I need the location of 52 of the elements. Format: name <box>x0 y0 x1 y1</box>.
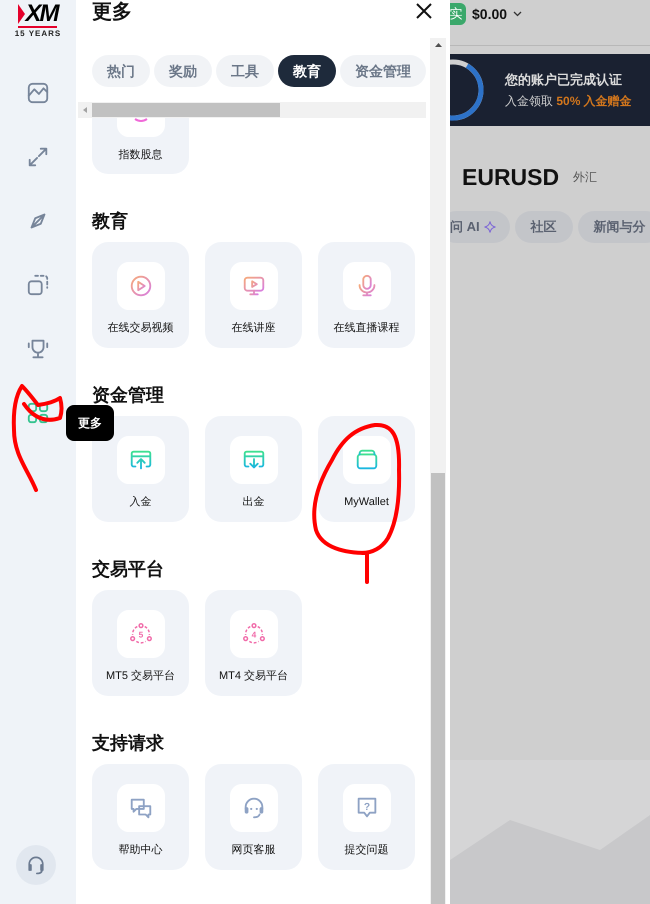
logo-subtitle: 15 YEARS <box>14 28 62 40</box>
sidebar-item[interactable] <box>25 80 51 106</box>
trophy-icon <box>26 337 50 361</box>
menu-item-card[interactable]: 网页客服 <box>205 764 302 870</box>
menu-item-card[interactable]: 帮助中心 <box>92 764 189 870</box>
menu-item-card[interactable]: ? 提交问题 <box>318 764 415 870</box>
tab-pill[interactable]: 新闻与分 <box>578 210 650 242</box>
sidebar-item[interactable] <box>25 400 51 426</box>
arrows-icon <box>26 145 50 169</box>
menu-item-card[interactable]: 在线交易视频 <box>92 242 189 348</box>
menu-item-card[interactable]: 5 MT5 交易平台 <box>92 590 189 696</box>
section-title: 交易平台 <box>92 558 165 580</box>
menu-item-card[interactable]: 出金 <box>205 416 302 522</box>
grid-icon <box>26 401 50 425</box>
category-tab[interactable]: 工具 <box>216 55 274 87</box>
section-title: 资金管理 <box>92 384 165 406</box>
sidebar-item[interactable] <box>25 272 51 298</box>
ask-ai-button[interactable]: 问 AI <box>450 210 510 242</box>
verification-banner[interactable]: 您的账户已完成认证 入金领取 50% 入金赠金 <box>450 54 650 126</box>
horizontal-scrollbar[interactable] <box>78 102 426 118</box>
category-tab[interactable]: 奖励 <box>154 55 212 87</box>
menu-item-card[interactable]: 在线讲座 <box>205 242 302 348</box>
support-button[interactable] <box>16 845 56 885</box>
menu-item-label[interactable]: 指数股息 <box>118 147 162 163</box>
account-badge: 实 <box>450 3 466 25</box>
scroll-up-arrow-icon <box>434 43 442 47</box>
section-title: 支持请求 <box>92 732 165 754</box>
menu-item-card[interactable]: MyWallet <box>318 416 415 522</box>
banner-subtitle: 入金领取 50% 入金赠金 <box>505 93 632 110</box>
balance[interactable]: $0.00 <box>472 3 508 25</box>
category-tab[interactable]: 热门 <box>92 55 150 87</box>
symbol-name: EURUSD <box>462 163 560 192</box>
tab-pill[interactable]: 社区 <box>514 210 573 242</box>
banner-title: 您的账户已完成认证 <box>505 70 623 89</box>
panel-title: 更多 <box>92 0 132 24</box>
copy-icon <box>26 273 50 297</box>
scroll-left-arrow-icon <box>83 107 87 113</box>
icon-fragment <box>134 118 148 123</box>
vertical-scrollbar[interactable] <box>430 38 446 904</box>
chart-icon <box>26 81 50 105</box>
menu-item-card[interactable]: 4 MT4 交易平台 <box>205 590 302 696</box>
close-button[interactable] <box>414 1 434 21</box>
menu-item-card[interactable]: 在线直播课程 <box>318 242 415 348</box>
category-tab[interactable]: 资金管理 <box>340 55 426 87</box>
category-tab[interactable]: 教育 <box>278 55 336 87</box>
chevron-down-icon <box>513 11 522 17</box>
tooltip: 更多 <box>66 405 114 441</box>
symbol-type: 外汇 <box>573 169 598 186</box>
sparkle-icon <box>484 220 496 232</box>
logo: XM <box>18 2 58 28</box>
section-title: 教育 <box>92 210 129 232</box>
close-icon <box>416 3 432 19</box>
